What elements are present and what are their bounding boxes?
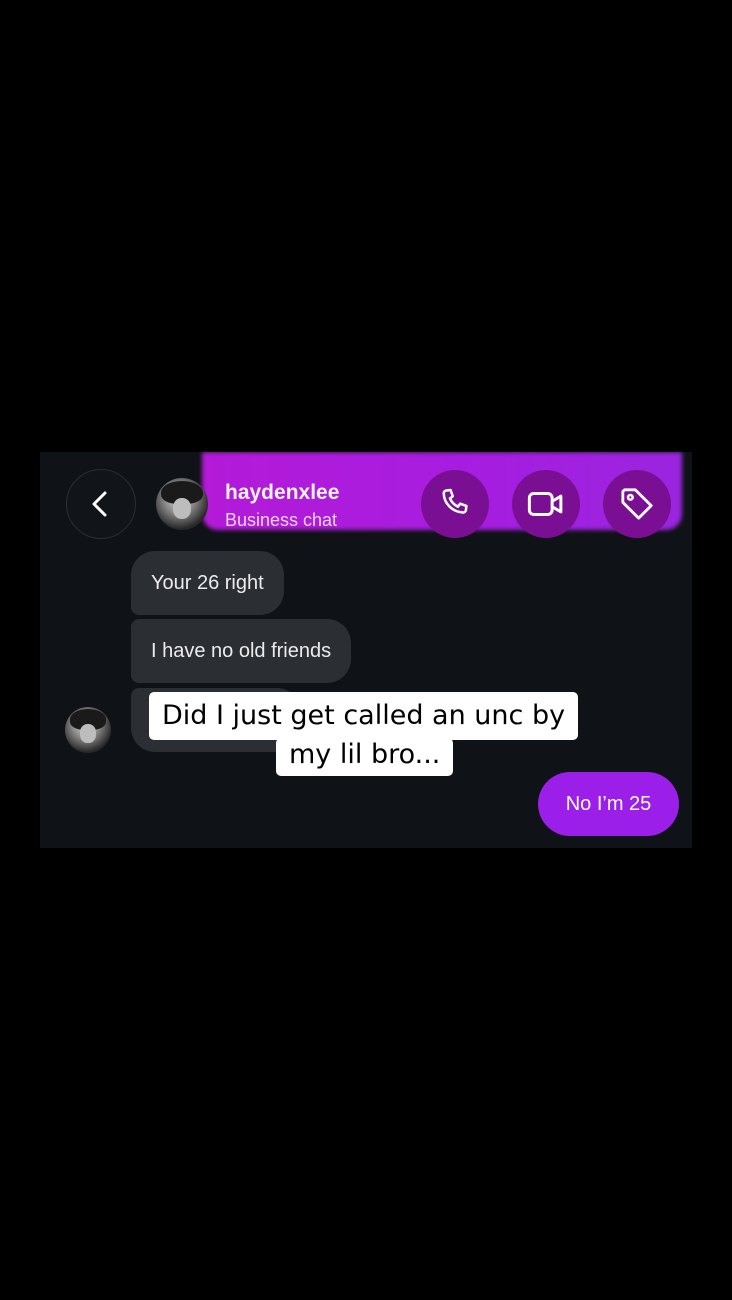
chevron-left-icon [92, 491, 107, 517]
contact-username[interactable]: haydenxlee [225, 481, 339, 505]
outgoing-message[interactable]: No I’m 25 [538, 772, 679, 836]
back-button[interactable] [66, 469, 136, 539]
contact-subtitle: Business chat [225, 510, 338, 530]
incoming-message[interactable]: I have no old friends [131, 619, 352, 683]
tag-button[interactable] [603, 470, 671, 538]
caption-line: my lil bro... [276, 738, 454, 776]
tag-icon [621, 488, 653, 520]
caption-line: Did I just get called an unc by [149, 692, 579, 740]
video-call-button[interactable] [512, 470, 580, 538]
sender-avatar[interactable] [65, 707, 111, 753]
avatar[interactable] [156, 478, 208, 530]
audio-call-button[interactable] [421, 470, 489, 538]
video-camera-icon [527, 492, 563, 516]
incoming-message[interactable]: Your 26 right [131, 551, 284, 615]
chat-screen: haydenxlee Business chat Your 26 right I… [40, 452, 692, 848]
phone-icon [442, 488, 468, 514]
